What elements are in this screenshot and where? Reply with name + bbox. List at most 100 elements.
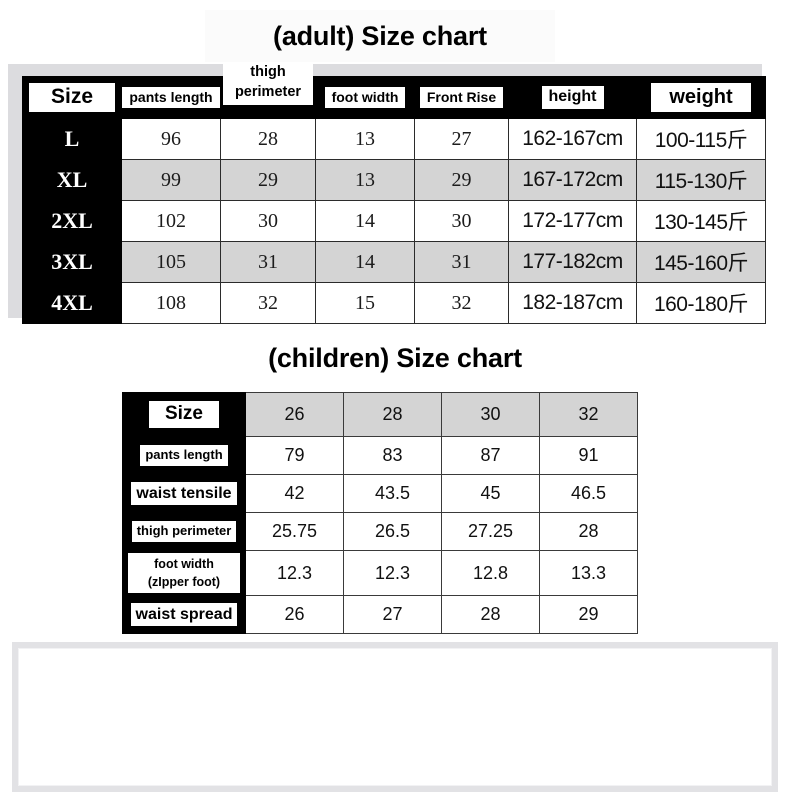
adult-header-thigh-perimeter-label: thigh perimeter xyxy=(223,60,313,106)
children-cell-value: 26 xyxy=(245,595,344,634)
adult-header-weight: weight xyxy=(636,76,766,119)
adult-header-size: Size xyxy=(22,76,122,119)
children-row-label-waist-tensile: waist tensile xyxy=(122,474,246,513)
children-cell-value: 13.3 xyxy=(539,550,638,596)
adult-cell-weight: 130-145斤 xyxy=(636,200,766,242)
adult-cell-pants-length: 108 xyxy=(121,282,221,324)
children-row-label-text: foot width (zIpper foot) xyxy=(128,552,240,594)
adult-cell-thigh-perimeter: 30 xyxy=(220,200,316,242)
adult-cell-height: 172-177cm xyxy=(508,200,637,242)
adult-cell-size: L xyxy=(22,118,122,160)
adult-cell-thigh-perimeter: 31 xyxy=(220,241,316,283)
adult-header-size-label: Size xyxy=(28,83,116,112)
table-row: waist tensile 42 43.5 45 46.5 xyxy=(122,474,638,513)
adult-cell-pants-length: 99 xyxy=(121,159,221,201)
adult-header-pants-length: pants length xyxy=(121,76,221,119)
children-cell-value: 27 xyxy=(343,595,442,634)
adult-cell-foot-width: 13 xyxy=(315,159,415,201)
adult-cell-thigh-perimeter: 29 xyxy=(220,159,316,201)
table-row: foot width (zIpper foot) 12.3 12.3 12.8 … xyxy=(122,550,638,596)
children-row-label-text: waist tensile xyxy=(131,481,237,506)
adult-size-table: Size pants length thigh perimeter foot w… xyxy=(22,60,766,324)
table-row: 3XL 105 31 14 31 177-182cm 145-160斤 xyxy=(22,241,766,283)
children-header-row: Size 26 28 30 32 xyxy=(122,392,638,437)
adult-cell-foot-width: 15 xyxy=(315,282,415,324)
children-cell-value: 87 xyxy=(441,436,540,475)
thigh-line-2: perimeter xyxy=(234,83,302,100)
adult-cell-weight: 145-160斤 xyxy=(636,241,766,283)
adult-header-weight-label: weight xyxy=(651,83,751,112)
adult-cell-weight: 100-115斤 xyxy=(636,118,766,160)
table-row: waist spread 26 27 28 29 xyxy=(122,595,638,634)
bottom-empty-panel-inner xyxy=(18,648,772,786)
adult-cell-foot-width: 14 xyxy=(315,200,415,242)
adult-chart-title: (adult) Size chart xyxy=(205,10,555,62)
children-cell-value: 91 xyxy=(539,436,638,475)
adult-header-height: height xyxy=(508,76,637,119)
children-size-chart-section: (children) Size chart Size 26 28 30 32 p… xyxy=(0,325,790,635)
adult-cell-front-rise: 32 xyxy=(414,282,509,324)
children-row-label-text: pants length xyxy=(140,445,228,466)
adult-cell-front-rise: 29 xyxy=(414,159,509,201)
children-header-size: Size xyxy=(122,392,246,437)
adult-cell-thigh-perimeter: 32 xyxy=(220,282,316,324)
children-cell-value: 12.8 xyxy=(441,550,540,596)
adult-cell-thigh-perimeter: 28 xyxy=(220,118,316,160)
adult-header-foot-width-label: foot width xyxy=(324,87,406,108)
adult-header-foot-width: foot width xyxy=(315,76,415,119)
children-cell-value: 46.5 xyxy=(539,474,638,513)
children-cell-value: 27.25 xyxy=(441,512,540,551)
foot-width-line-2: (zIpper foot) xyxy=(147,575,221,589)
children-cell-value: 43.5 xyxy=(343,474,442,513)
adult-cell-height: 162-167cm xyxy=(508,118,637,160)
adult-cell-size: 3XL xyxy=(22,241,122,283)
children-row-label-waist-spread: waist spread xyxy=(122,595,246,634)
children-cell-value: 42 xyxy=(245,474,344,513)
adult-header-pants-length-label: pants length xyxy=(122,87,220,108)
adult-cell-size: XL xyxy=(22,159,122,201)
adult-cell-pants-length: 102 xyxy=(121,200,221,242)
children-cell-value: 12.3 xyxy=(343,550,442,596)
children-row-label-text: waist spread xyxy=(130,602,238,627)
children-cell-value: 79 xyxy=(245,436,344,475)
children-row-label-pants-length: pants length xyxy=(122,436,246,475)
children-cell-value: 12.3 xyxy=(245,550,344,596)
children-header-size-30: 30 xyxy=(441,392,540,437)
table-row: L 96 28 13 27 162-167cm 100-115斤 xyxy=(22,118,766,160)
children-cell-value: 26.5 xyxy=(343,512,442,551)
adult-cell-foot-width: 14 xyxy=(315,241,415,283)
children-row-label-foot-width: foot width (zIpper foot) xyxy=(122,550,246,596)
children-cell-value: 28 xyxy=(441,595,540,634)
adult-cell-foot-width: 13 xyxy=(315,118,415,160)
adult-cell-front-rise: 30 xyxy=(414,200,509,242)
table-row: XL 99 29 13 29 167-172cm 115-130斤 xyxy=(22,159,766,201)
adult-cell-front-rise: 31 xyxy=(414,241,509,283)
table-row: 2XL 102 30 14 30 172-177cm 130-145斤 xyxy=(22,200,766,242)
children-cell-value: 45 xyxy=(441,474,540,513)
adult-cell-weight: 115-130斤 xyxy=(636,159,766,201)
bottom-empty-panel xyxy=(12,642,778,792)
children-row-label-thigh-perimeter: thigh perimeter xyxy=(122,512,246,551)
children-header-size-32: 32 xyxy=(539,392,638,437)
adult-cell-pants-length: 96 xyxy=(121,118,221,160)
adult-header-front-rise: Front Rise xyxy=(414,76,509,119)
children-chart-title: (children) Size chart xyxy=(268,343,522,373)
children-header-size-26: 26 xyxy=(245,392,344,437)
adult-cell-size: 2XL xyxy=(22,200,122,242)
adult-header-thigh-perimeter: thigh perimeter xyxy=(220,60,316,119)
children-size-table: Size 26 28 30 32 pants length 79 83 87 9… xyxy=(122,392,638,634)
adult-header-row: Size pants length thigh perimeter foot w… xyxy=(22,60,766,119)
children-header-size-label: Size xyxy=(148,401,220,428)
adult-cell-size: 4XL xyxy=(22,282,122,324)
adult-header-height-label: height xyxy=(541,86,604,109)
table-row: thigh perimeter 25.75 26.5 27.25 28 xyxy=(122,512,638,551)
adult-header-front-rise-label: Front Rise xyxy=(419,87,504,108)
table-row: pants length 79 83 87 91 xyxy=(122,436,638,475)
foot-width-line-1: foot width xyxy=(154,556,214,571)
thigh-line-1: thigh xyxy=(250,64,286,80)
adult-size-chart-section: (adult) Size chart Size pants length thi… xyxy=(0,0,790,325)
adult-cell-weight: 160-180斤 xyxy=(636,282,766,324)
table-row: 4XL 108 32 15 32 182-187cm 160-180斤 xyxy=(22,282,766,324)
adult-cell-pants-length: 105 xyxy=(121,241,221,283)
children-cell-value: 28 xyxy=(539,512,638,551)
